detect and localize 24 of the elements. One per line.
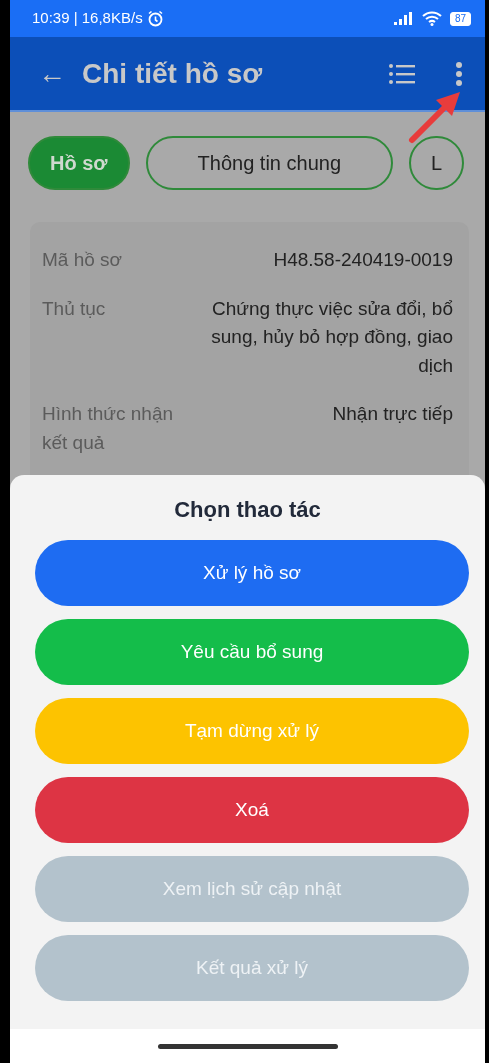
home-indicator[interactable] [157, 1043, 338, 1049]
field-value: Chứng thực việc sửa đổi, bổ sung, hủy bỏ hợp đồng, giao dịch [210, 296, 453, 378]
action-button[interactable]: Xử lý hồ sơ [35, 540, 469, 606]
field-value: Nhận trực tiếp [332, 402, 453, 426]
action-button[interactable]: Yêu cầu bổ sung [35, 619, 469, 685]
page-title: Chi tiết hồ sơ [82, 56, 263, 91]
alarm-icon [146, 10, 164, 27]
signal-icon [393, 12, 414, 25]
more-icon[interactable] [455, 60, 463, 87]
field-label: Mã hồ sơ [42, 248, 124, 272]
field-value: H48.58-240419-0019 [273, 248, 453, 272]
tab[interactable]: L [409, 136, 465, 190]
tab[interactable]: Hồ sơ [28, 136, 130, 190]
wifi-icon [421, 11, 442, 26]
field-label: Hình thức nhận kết quả [42, 402, 175, 455]
action-button[interactable]: Xoá [35, 777, 469, 843]
battery-icon: 87 [449, 11, 471, 26]
field-label: Thủ tục [42, 296, 106, 321]
tab[interactable]: Thông tin chung [145, 136, 393, 190]
annotation-arrow [406, 90, 462, 146]
list-icon[interactable] [389, 62, 415, 85]
sheet-title: Chọn thao tác [173, 496, 322, 524]
back-button[interactable]: ← [38, 52, 66, 95]
status-time: 10:39 | 16,8KB/s [32, 8, 143, 29]
